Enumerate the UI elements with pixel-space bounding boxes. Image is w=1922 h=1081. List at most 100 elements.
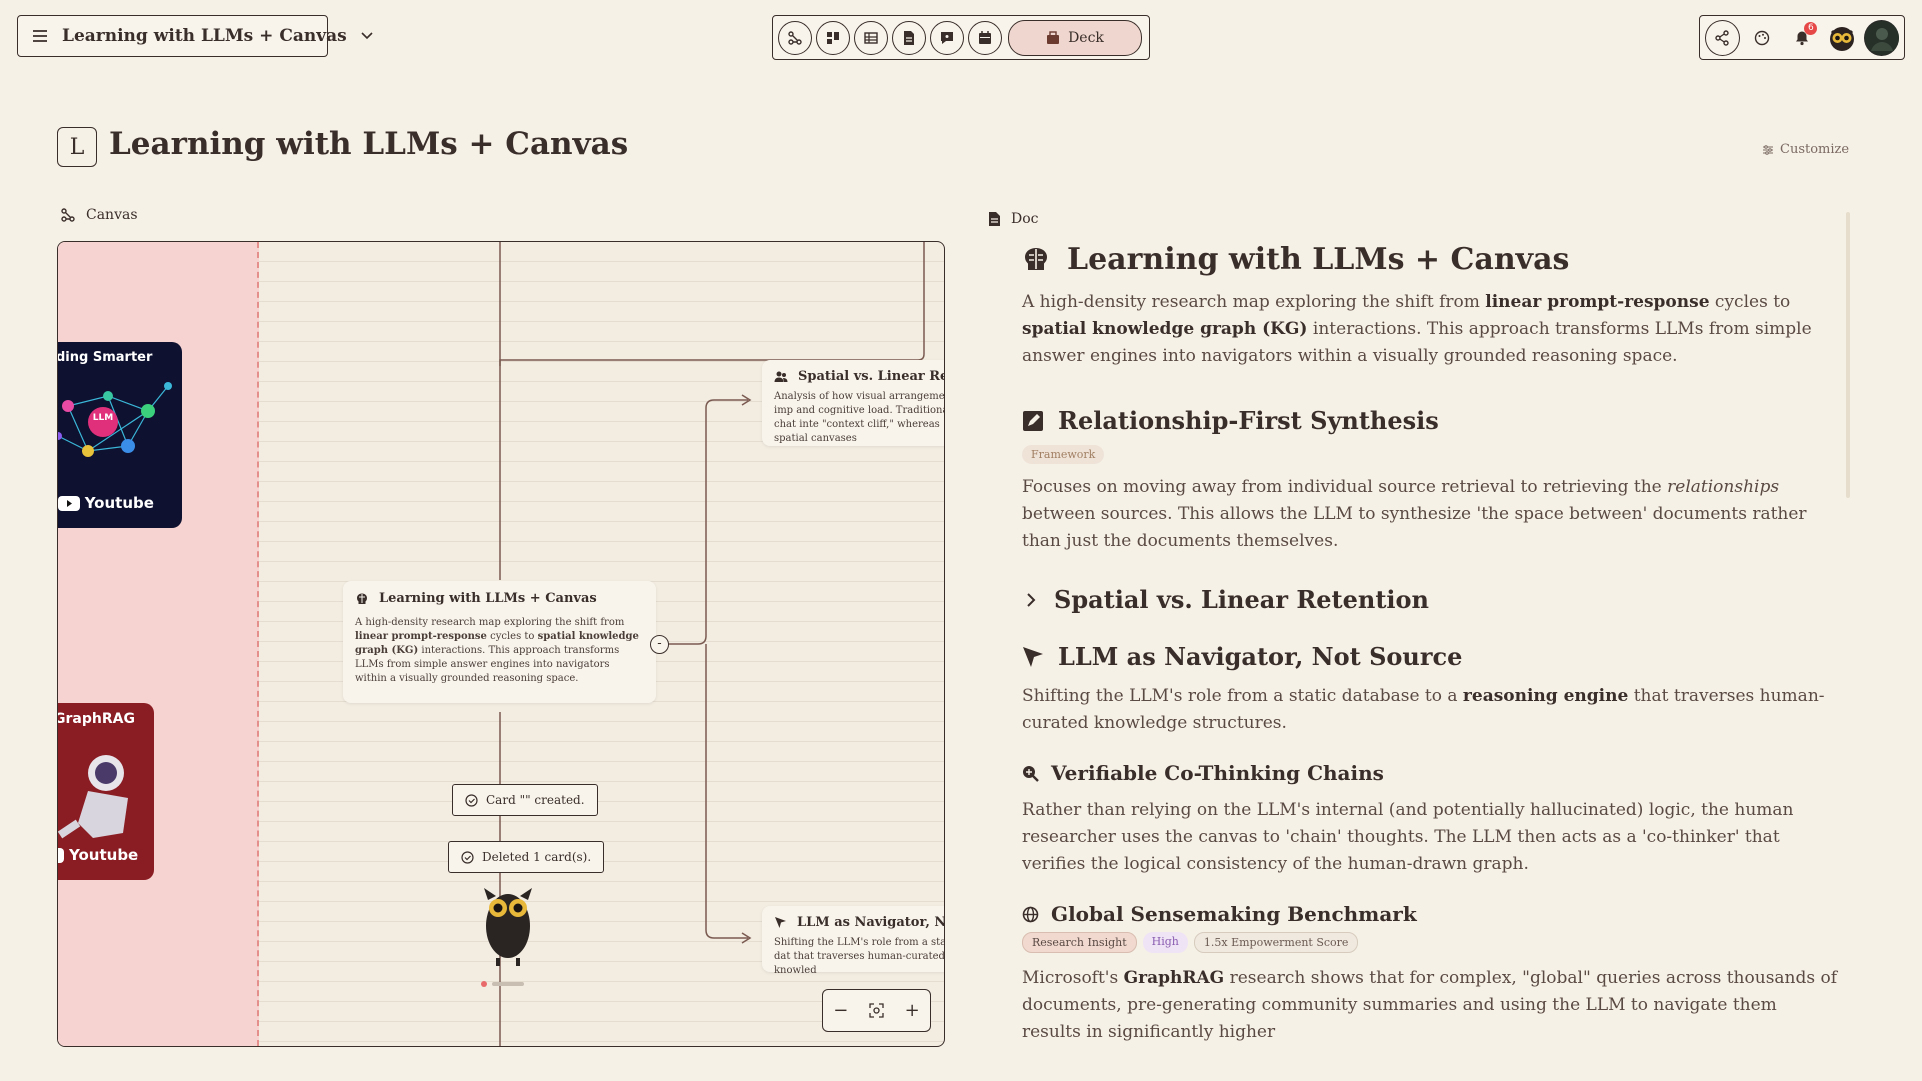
section-title: Spatial vs. Linear Retention [1054, 585, 1429, 614]
doc-view-button[interactable] [892, 20, 926, 55]
canvas-card-navigator[interactable]: LLM as Navigator, Not So Shifting the LL… [762, 906, 944, 976]
section-body: Microsoft's GraphRAG research shows that… [1022, 968, 1838, 1042]
project-title: Learning with LLMs + Canvas [62, 26, 347, 46]
thumbnail-youtube-badge: n Youtube [58, 494, 154, 512]
card-title: Spatial vs. Linear Retent [798, 369, 944, 384]
sliders-icon [1762, 144, 1774, 156]
doc-intro: A high-density research map exploring th… [1022, 292, 1812, 366]
doc-title-text: Learning with LLMs + Canvas [1067, 242, 1570, 277]
canvas-card-root[interactable]: Learning with LLMs + Canvas A high-densi… [343, 581, 656, 703]
calendar-view-button[interactable] [968, 20, 1002, 55]
canvas-area[interactable]: ding Smarter LLM n Youtube GraphRAG Yout… [57, 241, 945, 1047]
mindmap-view-icon [787, 30, 803, 46]
hamburger-menu-icon[interactable] [32, 29, 48, 43]
user-avatar[interactable] [1864, 19, 1899, 56]
card-title: Learning with LLMs + Canvas [379, 591, 597, 606]
document-icon [988, 211, 1001, 227]
share-icon [1714, 29, 1730, 46]
search-plus-icon [1022, 765, 1039, 782]
project-switcher[interactable]: Learning with LLMs + Canvas [17, 15, 373, 57]
thumbnail-title: ding Smarter [57, 350, 153, 365]
globe-icon [1022, 906, 1039, 923]
section-body: Rather than relying on the LLM's interna… [1022, 800, 1794, 874]
doc-clip-mask [980, 1044, 1880, 1081]
table-view-icon [863, 30, 879, 46]
profile-photo-icon [1864, 20, 1899, 55]
collapse-node-button[interactable]: - [650, 635, 669, 654]
share-button[interactable] [1705, 19, 1740, 56]
deck-icon [1046, 30, 1060, 45]
logo-letter: L [69, 134, 85, 160]
deck-button[interactable]: Deck [1008, 19, 1142, 56]
notifications-button[interactable]: 6 [1785, 20, 1820, 56]
chevron-down-icon[interactable] [361, 32, 373, 40]
brain-icon [1021, 246, 1051, 274]
check-circle-icon [461, 850, 474, 864]
section-heading-cothinking: Verifiable Co-Thinking Chains [1022, 761, 1840, 785]
table-view-button[interactable] [854, 20, 888, 55]
mindmap-icon [60, 207, 76, 223]
doc-panel: Learning with LLMs + Canvas A high-densi… [1022, 242, 1840, 1046]
doc-view-icon [902, 30, 916, 46]
canvas-card-spatial[interactable]: Spatial vs. Linear Retent Analysis of ho… [762, 360, 944, 446]
card-title: LLM as Navigator, Not So [797, 915, 944, 930]
youtube-label: Youtube [84, 494, 154, 512]
zoom-out-button[interactable]: − [833, 1000, 848, 1021]
owl-mascot [468, 882, 548, 994]
doc-label: Doc [1011, 211, 1039, 227]
edit-note-icon [1022, 410, 1044, 432]
theme-button[interactable] [1745, 20, 1780, 56]
fit-to-screen-icon[interactable] [869, 1003, 884, 1018]
section-title: Global Sensemaking Benchmark [1051, 902, 1417, 926]
owl-avatar-button[interactable] [1824, 20, 1859, 56]
section-body: Focuses on moving away from individual s… [1022, 477, 1807, 551]
pointer-icon [1022, 646, 1044, 668]
brain-icon [355, 592, 369, 606]
palette-icon [1754, 30, 1770, 46]
section-heading-synthesis: Relationship-First Synthesis [1022, 406, 1840, 435]
tag-research-insight: Research Insight [1022, 932, 1137, 953]
thumbnail-chip: LLM [92, 413, 114, 423]
board-view-icon [825, 30, 841, 46]
youtube-label: Youtube [69, 846, 139, 864]
deck-label: Deck [1068, 29, 1104, 46]
toast-message: Deleted 1 card(s). [482, 850, 592, 864]
section-title: Verifiable Co-Thinking Chains [1051, 761, 1384, 785]
thumbnail-youtube-badge: Youtube [58, 846, 139, 864]
zoom-in-button[interactable]: + [905, 1000, 920, 1021]
calendar-view-icon [977, 30, 993, 46]
customize-button[interactable]: Customize [1762, 142, 1849, 157]
owl-mascot-icon [481, 888, 532, 987]
video-thumbnail-bottom[interactable]: GraphRAG Youtube [58, 703, 154, 880]
check-circle-icon [465, 793, 478, 807]
customize-label: Customize [1780, 142, 1850, 157]
notification-badge: 6 [1804, 21, 1818, 35]
toast-card-deleted: Deleted 1 card(s). [448, 841, 605, 873]
canvas-section-label: Canvas [60, 207, 138, 223]
people-icon [774, 370, 788, 384]
video-thumbnail-top[interactable]: ding Smarter LLM n Youtube [57, 342, 182, 528]
card-body: A high-density research map exploring th… [355, 617, 639, 684]
chat-view-button[interactable] [930, 20, 964, 55]
canvas-label: Canvas [86, 207, 138, 223]
doc-title: Learning with LLMs + Canvas [1021, 242, 1840, 277]
project-logo: L [57, 127, 97, 167]
section-heading-navigator: LLM as Navigator, Not Source [1022, 642, 1840, 671]
mindmap-view-button[interactable] [778, 20, 812, 55]
board-view-button[interactable] [816, 20, 850, 55]
chevron-right-icon[interactable] [1022, 591, 1040, 609]
tag-empowerment-score: 1.5x Empowerment Score [1193, 932, 1359, 953]
section-heading-benchmark: Global Sensemaking Benchmark [1022, 902, 1840, 926]
section-title: LLM as Navigator, Not Source [1058, 642, 1463, 671]
chat-view-icon [939, 30, 955, 46]
doc-scrollbar[interactable] [1846, 212, 1850, 498]
page-title: Learning with LLMs + Canvas [109, 126, 629, 162]
zoom-controls: − + [822, 989, 931, 1032]
tag-framework: Framework [1022, 445, 1105, 464]
toast-message: Card "" created. [486, 793, 585, 807]
section-heading-retention[interactable]: Spatial vs. Linear Retention [1022, 585, 1840, 614]
toast-card-created: Card "" created. [452, 784, 598, 816]
youtube-logo-icon [58, 847, 64, 863]
tag-priority-high: High [1142, 932, 1188, 953]
section-title: Relationship-First Synthesis [1058, 406, 1439, 435]
